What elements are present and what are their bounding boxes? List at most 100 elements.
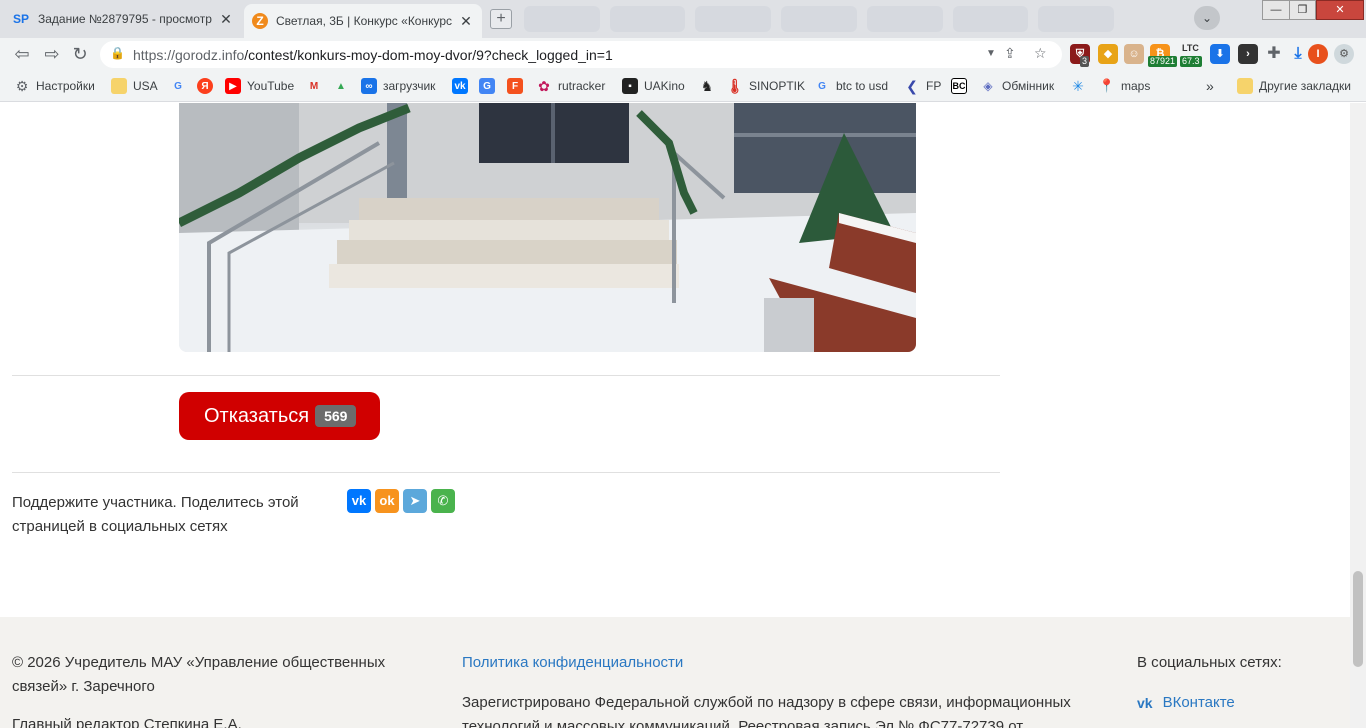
social-heading: В социальных сетях:	[1137, 654, 1282, 671]
sp-favicon-icon: SP	[12, 12, 29, 26]
bookmark-kyivstar[interactable]: ✳	[1070, 77, 1092, 95]
bookmark-google[interactable]: G	[170, 77, 192, 95]
bookmark-gmail[interactable]: M	[306, 77, 328, 95]
download-extension-icon[interactable]: ⬇	[1210, 44, 1230, 64]
tab-search-button[interactable]: ⌄	[1194, 6, 1220, 30]
gmail-icon: M	[309, 80, 319, 92]
lock-icon: 🔒	[110, 46, 125, 60]
scrollbar-thumb[interactable]	[1353, 571, 1363, 667]
bookmark-maps[interactable]: 📍 maps	[1099, 77, 1150, 95]
vote-refuse-button[interactable]: Отказаться 569	[179, 392, 380, 440]
telegram-share-icon[interactable]: ➤	[403, 489, 427, 513]
url-path: /contest/konkurs-moy-dom-moy-dvor/9?chec…	[244, 47, 613, 63]
bookmark-rutracker[interactable]: ✿ rutracker	[536, 77, 605, 95]
address-bar[interactable]: 🔒 https://gorodz.info/contest/konkurs-mo…	[100, 41, 1062, 68]
building-entrance-illustration	[179, 103, 916, 352]
bookmark-settings[interactable]: ⚙ Настройки	[14, 77, 95, 95]
close-icon[interactable]: ✕	[218, 11, 234, 28]
footer-editor: Главный редактор Степкина Е.А.	[12, 716, 242, 728]
vk-link[interactable]: ВКонтакте	[1163, 691, 1235, 715]
puzzle-icon[interactable]: ✚	[1264, 44, 1284, 64]
bookmark-obminnik[interactable]: ◈ Обмінник	[980, 77, 1054, 95]
kyivstar-icon: ✳	[1072, 77, 1084, 94]
window-close-button[interactable]: ✕	[1316, 0, 1364, 20]
bookmark-label: загрузчик	[383, 79, 436, 93]
maximize-button[interactable]: ❐	[1290, 0, 1316, 20]
bookmark-chess[interactable]: ♞	[699, 77, 721, 95]
bookmark-youtube[interactable]: ▶ YouTube	[225, 77, 294, 95]
vote-button-label: Отказаться	[204, 404, 310, 427]
face-extension-icon[interactable]: ☺	[1124, 44, 1144, 64]
privacy-policy-link[interactable]: Политика конфиденциальности	[462, 654, 683, 671]
bookmark-vk[interactable]: vk	[452, 77, 474, 95]
share-prompt: Поддержите участника. Поделитесь этой ст…	[12, 494, 299, 535]
bookmark-usa[interactable]: USA	[111, 77, 158, 95]
bookmark-translate[interactable]: G	[479, 77, 501, 95]
bookmark-drive[interactable]: ▲	[333, 77, 355, 95]
page-viewport: Отказаться 569 Поддержите участника. Под…	[0, 103, 1350, 728]
menu-icon[interactable]: ⚙	[1334, 44, 1354, 64]
bookmark-label: rutracker	[558, 79, 606, 93]
whatsapp-share-icon[interactable]: ✆	[431, 489, 455, 513]
site-footer: © 2026 Учредитель МАУ «Управление общест…	[0, 617, 1350, 728]
f-icon: F	[507, 78, 523, 94]
minimize-button[interactable]: —	[1262, 0, 1290, 20]
folder-icon	[1237, 78, 1253, 94]
ltc-price-badge: 67.3	[1180, 56, 1202, 67]
tab-title: Задание №2879795 - просмотр з	[38, 12, 214, 26]
footer-info: Политика конфиденциальности Зарегистриро…	[462, 651, 1112, 728]
folder-icon	[111, 78, 127, 94]
rutracker-icon: ✿	[538, 77, 550, 94]
new-tab-button[interactable]: +	[490, 9, 512, 29]
terminal-extension-icon[interactable]: ›	[1238, 44, 1258, 64]
bookmark-fp[interactable]: ❮ FP	[904, 77, 941, 95]
dropdown-icon[interactable]: ▼	[986, 48, 996, 59]
bookmark-uakino[interactable]: ▪ UAKino	[622, 77, 685, 95]
exchange-icon: ◈	[983, 79, 993, 93]
other-bookmarks-folder[interactable]: Другие закладки	[1237, 77, 1351, 95]
bookmark-zagruzchik[interactable]: ∞ загрузчик	[361, 77, 435, 95]
extension-badge: 3	[1080, 56, 1090, 67]
url-text[interactable]: https://gorodz.info/contest/konkurs-moy-…	[133, 47, 613, 63]
browser-toolbar: ⇦ ⇨ ↻ 🔒 https://gorodz.info/contest/konk…	[0, 38, 1366, 70]
divider	[12, 375, 1000, 376]
bookmarks-overflow-button[interactable]: »	[1206, 77, 1214, 95]
tab-title: Светлая, 3Б | Конкурс «Конкурс «	[276, 14, 454, 28]
bookmark-label: Обмінник	[1002, 79, 1055, 93]
back-arrow-icon[interactable]: ⇦	[10, 42, 34, 66]
vk-icon: vk	[452, 78, 468, 94]
yandex-icon: Я	[197, 78, 213, 94]
bookmark-yandex[interactable]: Я	[197, 77, 219, 95]
shield-extension-icon[interactable]: ◆	[1098, 44, 1118, 64]
chess-icon: ♞	[700, 77, 714, 94]
uakino-icon: ▪	[622, 78, 638, 94]
bookmark-f[interactable]: F	[507, 77, 529, 95]
bookmarks-bar: ⚙ Настройки USA G Я ▶ YouTube M ▲ ∞ загрузч…	[0, 70, 1366, 102]
forward-arrow-icon[interactable]: ⇨	[40, 42, 64, 66]
close-icon[interactable]: ✕	[458, 13, 474, 30]
google-icon: G	[174, 80, 182, 92]
downloads-icon[interactable]: ⤓	[1288, 44, 1308, 64]
tab-svetlaya[interactable]: Z Светлая, 3Б | Конкурс «Конкурс « ✕	[244, 4, 482, 38]
bookmark-sinoptik[interactable]: 🌡 SINOPTIK	[726, 77, 805, 95]
bookmark-btc-to-usd[interactable]: Gbtc to usd	[814, 77, 888, 95]
bookmark-label: Настройки	[36, 79, 95, 93]
maps-icon: 📍	[1098, 78, 1116, 93]
star-icon[interactable]: ☆	[1034, 45, 1047, 62]
translate-icon: G	[479, 78, 495, 94]
ok-share-icon[interactable]: ok	[375, 489, 399, 513]
reload-icon[interactable]: ↻	[68, 42, 92, 66]
bookmark-bc[interactable]: BC	[951, 77, 973, 95]
google-icon: G	[818, 80, 826, 92]
page-scrollbar[interactable]	[1350, 103, 1366, 728]
vk-share-icon[interactable]: vk	[347, 489, 371, 513]
tab-zadanie[interactable]: SP Задание №2879795 - просмотр з ✕	[4, 4, 242, 34]
fp-icon: ❮	[906, 77, 918, 94]
ltc-label: LTC	[1182, 43, 1199, 53]
share-icon[interactable]: ⇪	[1004, 45, 1016, 62]
bookmark-label: maps	[1121, 79, 1151, 93]
registration-text: Зарегистрировано Федеральной службой по …	[462, 694, 1071, 728]
profile-avatar[interactable]: I	[1308, 44, 1328, 64]
bookmark-label: UAKino	[644, 79, 685, 93]
footer-vk[interactable]: vk ВКонтакте	[1137, 691, 1337, 715]
